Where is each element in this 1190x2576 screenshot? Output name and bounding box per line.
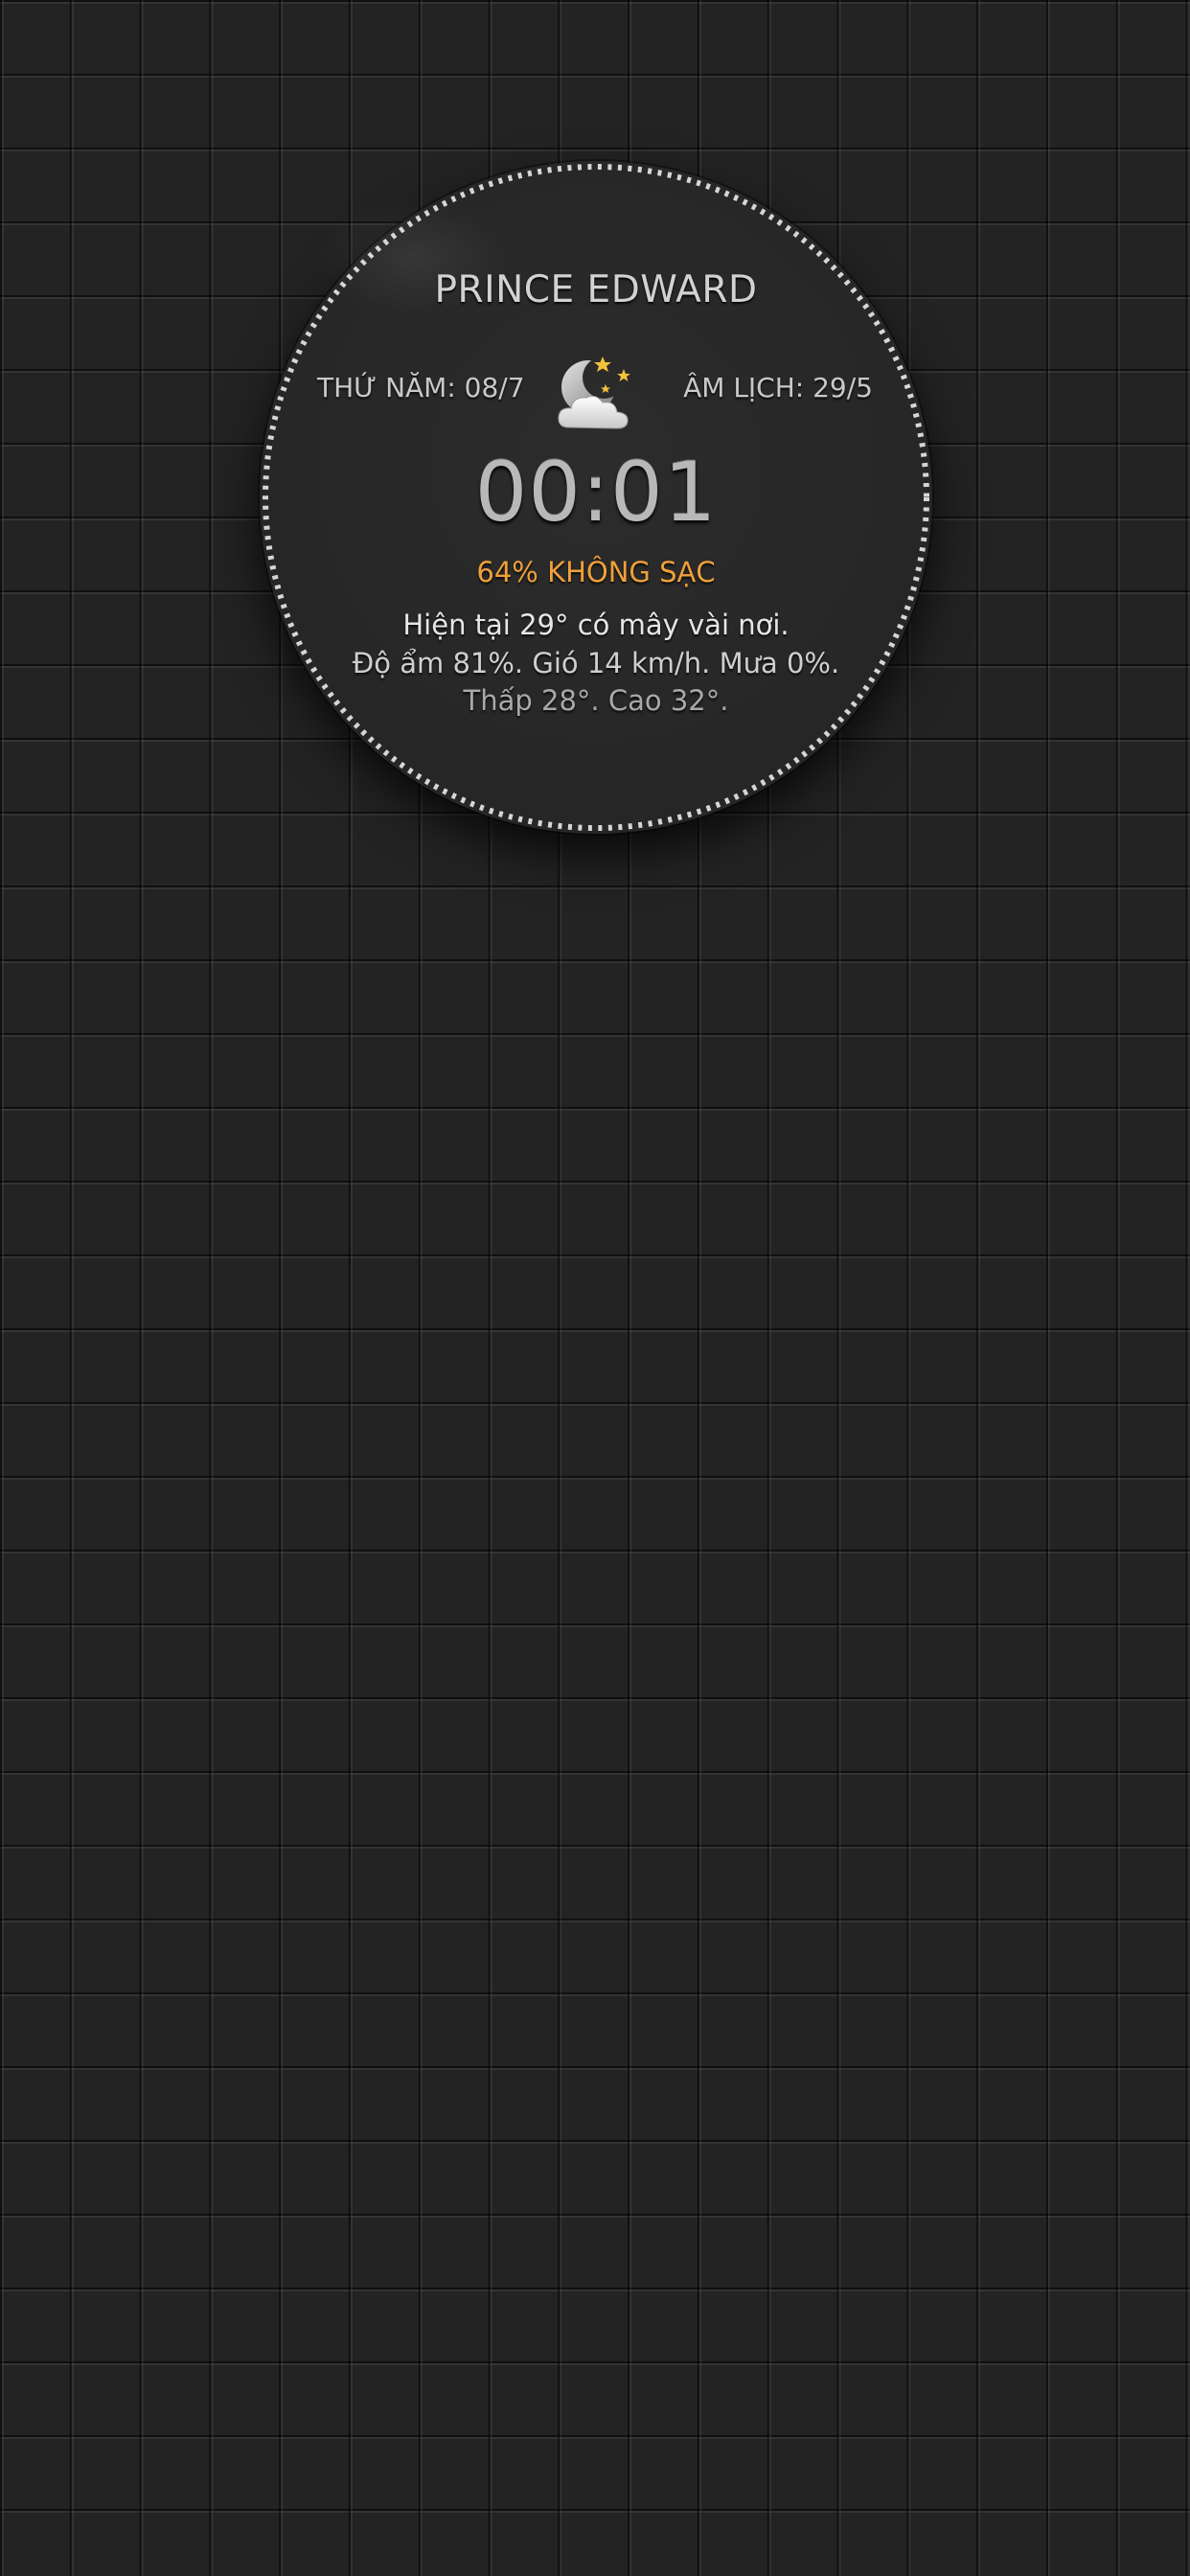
weekday-date: THỨ NĂM: 08/7 bbox=[317, 372, 525, 403]
lunar-date: ÂM LỊCH: 29/5 bbox=[683, 372, 873, 403]
clock-time: 00:01 bbox=[474, 445, 718, 540]
city-name: PRINCE EDWARD bbox=[434, 268, 758, 311]
weather-details: Độ ẩm 81%. Gió 14 km/h. Mưa 0%. bbox=[352, 647, 840, 679]
moon-cloud-stars-icon bbox=[558, 356, 630, 429]
weather-current: Hiện tại 29° có mây vài nơi. bbox=[402, 609, 790, 641]
battery-status: 64% KHÔNG SẠC bbox=[476, 556, 716, 588]
weather-clock-widget[interactable]: PRINCE EDWARD THỨ NĂM: 08/7 ÂM LỊCH: 29/… bbox=[260, 161, 932, 834]
weather-range: Thấp 28°. Cao 32°. bbox=[463, 684, 729, 717]
